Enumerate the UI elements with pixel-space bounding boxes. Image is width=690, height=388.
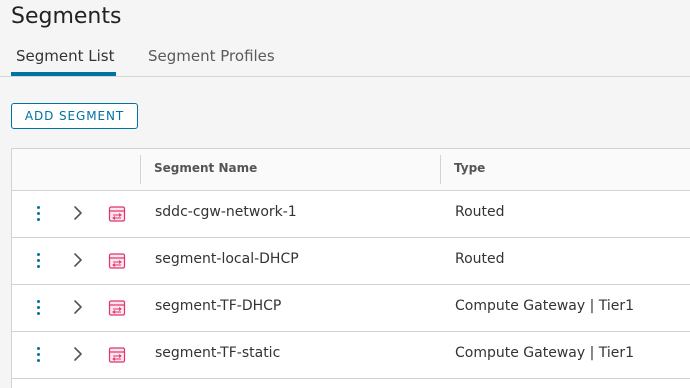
segment-name-link[interactable]: segment-TF-DHCP	[155, 298, 281, 314]
segment-icon	[108, 300, 126, 316]
grid-header: Segment Name Type	[12, 149, 690, 191]
table-row: sddc-cgw-network-1 Routed	[12, 191, 690, 238]
chevron-right-icon[interactable]	[71, 252, 85, 268]
segment-name-link[interactable]: sddc-cgw-network-1	[155, 204, 297, 220]
column-header-type[interactable]: Type	[454, 161, 485, 175]
add-segment-button[interactable]: ADD SEGMENT	[11, 103, 138, 129]
chevron-right-icon[interactable]	[71, 346, 85, 362]
table-row: segment-TF-static Compute Gateway | Tier…	[12, 332, 690, 379]
tab-segment-list[interactable]: Segment List	[16, 47, 115, 65]
tab-segment-profiles[interactable]: Segment Profiles	[148, 47, 275, 65]
active-tab-indicator	[11, 72, 116, 76]
segment-type: Compute Gateway | Tier1	[455, 345, 635, 361]
table-row: segment-TF-DHCP Compute Gateway | Tier1	[12, 285, 690, 332]
column-header-segment-name[interactable]: Segment Name	[154, 161, 257, 175]
segment-icon	[108, 253, 126, 269]
table-row: segment-local-DHCP Routed	[12, 238, 690, 285]
page-title: Segments	[11, 4, 122, 29]
segment-type: Routed	[455, 204, 505, 220]
segment-type: Routed	[455, 251, 505, 267]
segment-icon	[108, 347, 126, 363]
chevron-right-icon[interactable]	[71, 205, 85, 221]
segment-icon	[108, 206, 126, 222]
segment-name-link[interactable]: segment-TF-static	[155, 345, 280, 361]
row-actions-icon[interactable]	[31, 204, 45, 224]
row-actions-icon[interactable]	[31, 251, 45, 271]
row-actions-icon[interactable]	[31, 298, 45, 318]
column-separator	[440, 155, 441, 184]
chevron-right-icon[interactable]	[71, 299, 85, 315]
row-actions-icon[interactable]	[31, 345, 45, 365]
column-separator	[140, 155, 141, 184]
segment-type: Compute Gateway | Tier1	[455, 298, 635, 314]
segment-name-link[interactable]: segment-local-DHCP	[155, 251, 299, 267]
tab-bar: Segment List Segment Profiles	[0, 42, 690, 77]
segments-grid: Segment Name Type sddc-cgw-network-1 Rou…	[11, 148, 690, 388]
